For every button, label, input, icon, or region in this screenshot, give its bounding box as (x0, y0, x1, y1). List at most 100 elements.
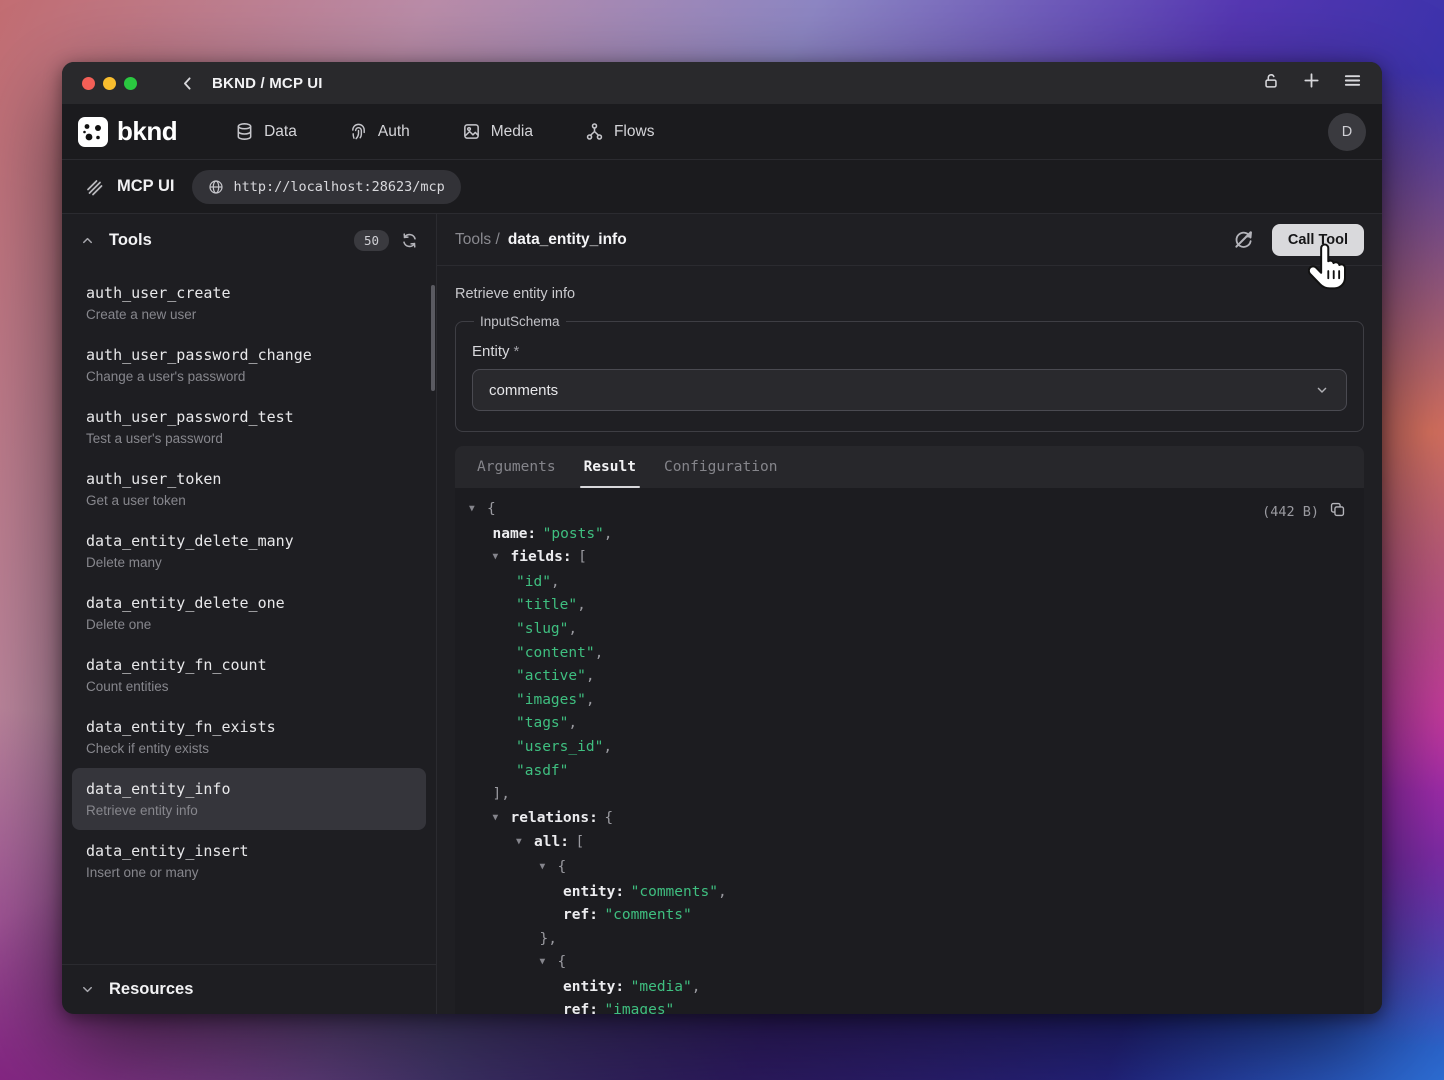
window-title: BKND / MCP UI (212, 75, 323, 92)
json-key: ref: (563, 1002, 598, 1014)
json-punct: , (604, 526, 613, 542)
database-icon (235, 122, 254, 141)
tool-description: Get a user token (86, 493, 412, 508)
server-url-pill[interactable]: http://localhost:28623/mcp (192, 170, 460, 204)
json-string: "comments" (604, 907, 691, 923)
tool-list-item[interactable]: data_entity_delete_many Delete many (72, 520, 426, 582)
tool-description: Change a user's password (86, 369, 412, 384)
json-punct: , (603, 739, 612, 755)
json-line: ▼fields:[ (455, 546, 1364, 571)
json-line: name:"posts", (455, 523, 1364, 547)
json-punct: , (595, 645, 604, 661)
collapse-arrow-icon[interactable]: ▼ (493, 545, 511, 569)
tab-configuration[interactable]: Configuration (650, 446, 792, 488)
bknd-logo[interactable]: bknd (78, 116, 177, 147)
minimize-window-button[interactable] (103, 77, 116, 90)
copy-result-button[interactable] (1329, 501, 1346, 522)
mcp-toolbar: MCP UI http://localhost:28623/mcp (62, 160, 1382, 214)
entity-select[interactable]: comments (472, 369, 1347, 411)
nav-label-media: Media (491, 123, 533, 141)
json-line: ref:"images" (455, 999, 1364, 1014)
json-punct: , (568, 715, 577, 731)
collapse-arrow-icon[interactable]: ▼ (540, 950, 558, 974)
tool-list-item[interactable]: auth_user_password_test Test a user's pa… (72, 396, 426, 458)
json-punct: , (568, 621, 577, 637)
bknd-logo-icon (78, 117, 108, 147)
json-key: entity: (563, 884, 624, 900)
nav-item-media[interactable]: Media (462, 122, 533, 141)
json-key: all: (534, 834, 569, 850)
collapse-arrow-icon[interactable]: ▼ (540, 855, 558, 879)
nav-item-data[interactable]: Data (235, 122, 297, 141)
json-line: }, (455, 928, 1364, 952)
new-tab-button[interactable] (1302, 71, 1321, 95)
json-line: ▼all: [ (455, 831, 1364, 856)
tool-description: Count entities (86, 679, 412, 694)
collapse-arrow-icon[interactable]: ▼ (516, 830, 534, 854)
json-line: "slug", (455, 618, 1364, 642)
json-punct: , (577, 597, 586, 613)
app-window: BKND / MCP UI bknd Data (62, 62, 1382, 1014)
json-line: "users_id", (455, 736, 1364, 760)
resources-section-header[interactable]: Resources (62, 964, 436, 1014)
json-punct: { (558, 954, 567, 970)
breadcrumb-root[interactable]: Tools / (455, 231, 500, 249)
user-avatar[interactable]: D (1328, 113, 1366, 151)
tool-list-item[interactable]: data_entity_fn_count Count entities (72, 644, 426, 706)
tools-header-label: Tools (109, 231, 152, 250)
json-string: "slug" (516, 621, 568, 637)
nav-label-flows: Flows (614, 123, 654, 141)
call-tool-button[interactable]: Call Tool (1272, 224, 1364, 256)
tools-list: auth_user_create Create a new user auth_… (62, 266, 436, 964)
tool-list-item[interactable]: data_entity_insert Insert one or many (72, 830, 426, 892)
json-line: entity:"comments", (455, 881, 1364, 905)
json-punct: [ (575, 834, 584, 850)
zoom-window-button[interactable] (124, 77, 137, 90)
json-line: "title", (455, 594, 1364, 618)
json-line: ref:"comments" (455, 904, 1364, 928)
tool-description: Check if entity exists (86, 741, 412, 756)
tool-list-item[interactable]: data_entity_delete_one Delete one (72, 582, 426, 644)
json-key: relations: (511, 810, 598, 826)
collapse-arrow-icon[interactable]: ▼ (493, 806, 511, 830)
json-key: entity: (563, 979, 624, 995)
nav-item-auth[interactable]: Auth (349, 122, 410, 141)
back-button[interactable] (179, 75, 196, 92)
tool-list-item[interactable]: auth_user_create Create a new user (72, 272, 426, 334)
json-punct: { (604, 810, 613, 826)
tool-list-item[interactable]: auth_user_password_change Change a user'… (72, 334, 426, 396)
json-string: "title" (516, 597, 577, 613)
refresh-tools-button[interactable] (401, 232, 418, 249)
tool-list-item[interactable]: data_entity_fn_exists Check if entity ex… (72, 706, 426, 768)
tool-name: data_entity_delete_one (86, 594, 412, 612)
tab-arguments[interactable]: Arguments (463, 446, 570, 488)
tool-description: Test a user's password (86, 431, 412, 446)
json-string: "active" (516, 668, 586, 684)
json-line: "tags", (455, 712, 1364, 736)
sidebar: Tools 50 auth_user_create Create a new u… (62, 214, 437, 1014)
tool-list-item[interactable]: auth_user_token Get a user token (72, 458, 426, 520)
json-punct: { (558, 859, 567, 875)
json-punct: , (551, 574, 560, 590)
json-punct: , (586, 668, 595, 684)
tools-section-header[interactable]: Tools 50 (62, 214, 436, 266)
tool-name: data_entity_delete_many (86, 532, 412, 550)
tool-name: auth_user_token (86, 470, 412, 488)
close-window-button[interactable] (82, 77, 95, 90)
tool-list-item[interactable]: data_entity_info Retrieve entity info (72, 768, 426, 830)
sidebar-scrollbar[interactable] (431, 285, 435, 391)
chevron-left-icon (179, 75, 196, 92)
collapse-arrow-icon[interactable]: ▼ (469, 497, 487, 521)
tab-result[interactable]: Result (570, 446, 650, 488)
auto-refresh-off-button[interactable] (1233, 229, 1254, 250)
globe-icon (208, 179, 224, 195)
json-line: "id", (455, 571, 1364, 595)
image-icon (462, 122, 481, 141)
result-size: (442 B) (1262, 504, 1319, 520)
nav-item-flows[interactable]: Flows (585, 122, 654, 141)
tool-name: auth_user_password_change (86, 346, 412, 364)
plus-icon (1302, 71, 1321, 90)
lock-icon[interactable] (1262, 72, 1280, 95)
menu-button[interactable] (1343, 71, 1362, 95)
tool-name: data_entity_fn_count (86, 656, 412, 674)
